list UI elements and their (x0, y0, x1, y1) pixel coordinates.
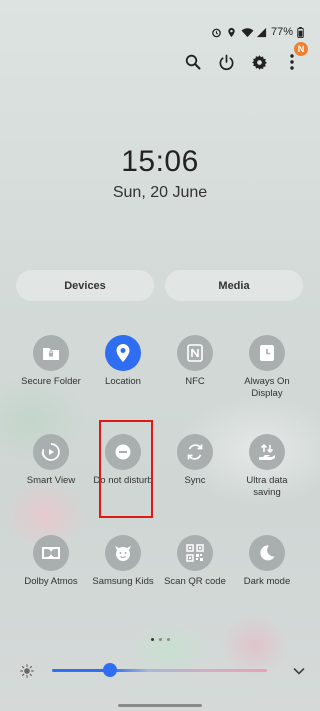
power-icon (219, 54, 233, 70)
tile-label: Scan QR code (164, 576, 226, 587)
tile-label: Ultra data saving (246, 475, 288, 498)
page-dot-active (150, 638, 154, 641)
highlight-box (99, 420, 153, 518)
devices-button[interactable]: Devices (16, 270, 154, 301)
tile-sync[interactable]: Sync (160, 434, 230, 487)
battery-icon (297, 26, 308, 38)
page-dot (166, 638, 170, 641)
search-button[interactable] (183, 52, 203, 72)
search-icon (185, 54, 201, 70)
signal-icon (256, 27, 267, 38)
tile-label: Always On Display (244, 376, 290, 399)
nfc-icon (177, 335, 213, 371)
alarm-icon (211, 27, 222, 38)
more-options-button[interactable]: N (282, 42, 308, 72)
tile-label: Dark mode (243, 576, 291, 587)
secure-folder-icon (33, 335, 69, 371)
dolby-atmos-icon (33, 535, 69, 571)
tile-label: Samsung Kids (92, 576, 154, 587)
page-indicator (0, 638, 320, 641)
smart-view-icon (33, 434, 69, 470)
always-on-display-icon (249, 335, 285, 371)
tile-always-on-display[interactable]: Always On Display (232, 335, 302, 399)
media-button[interactable]: Media (165, 270, 303, 301)
brightness-slider-thumb[interactable] (103, 663, 118, 677)
ultra-data-saving-icon (249, 434, 285, 470)
more-vertical-icon (290, 54, 294, 70)
location-status-icon (226, 27, 237, 38)
location-icon (105, 335, 141, 371)
tile-label: Secure Folder (21, 376, 81, 387)
brightness-control (18, 660, 308, 682)
tile-label: Smart View (26, 475, 76, 486)
tile-smart-view[interactable]: Smart View (16, 434, 86, 487)
tile-nfc[interactable]: NFC (160, 335, 230, 388)
battery-percent: 77% (270, 26, 293, 38)
home-indicator (118, 704, 202, 707)
page-dot (158, 638, 162, 641)
settings-button[interactable] (249, 52, 269, 72)
clock-time: 15:06 (121, 145, 199, 178)
samsung-kids-icon (105, 535, 141, 571)
wifi-icon (241, 27, 254, 38)
gear-icon (251, 54, 267, 70)
brightness-slider[interactable] (52, 669, 267, 672)
top-actions: N (183, 42, 308, 72)
tile-label: Sync (184, 475, 206, 486)
tile-scan-qr-code[interactable]: Scan QR code (160, 535, 230, 588)
status-bar: 77% (211, 26, 308, 38)
clock-date: Sun, 20 June (112, 184, 208, 201)
power-button[interactable] (216, 52, 236, 72)
tile-label: Location (105, 376, 141, 387)
tile-dark-mode[interactable]: Dark mode (232, 535, 302, 588)
tile-ultra-data-saving[interactable]: Ultra data saving (232, 434, 302, 498)
tile-label: NFC (185, 376, 205, 387)
qr-code-icon (177, 535, 213, 571)
notification-badge: N (294, 42, 308, 56)
tile-location[interactable]: Location (88, 335, 158, 388)
tile-label: Dolby Atmos (24, 576, 78, 587)
sync-icon (177, 434, 213, 470)
chevron-down-icon[interactable] (292, 664, 306, 678)
dark-mode-icon (249, 535, 285, 571)
tile-dolby-atmos[interactable]: Dolby Atmos (16, 535, 86, 588)
tile-samsung-kids[interactable]: Samsung Kids (88, 535, 158, 588)
brightness-icon (20, 664, 34, 678)
tile-secure-folder[interactable]: Secure Folder (16, 335, 86, 388)
